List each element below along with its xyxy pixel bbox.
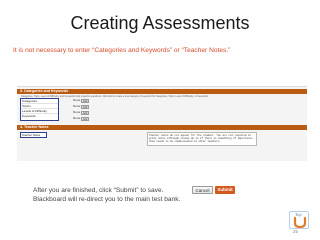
submit-button[interactable]: Submit	[215, 186, 235, 194]
category-fields-highlight: Categories Topics Levels of Difficulty K…	[20, 98, 59, 121]
teacher-notes-label-highlight: Teacher Notes	[20, 132, 47, 138]
top-logo: Top	[289, 211, 309, 229]
slide-title: Creating Assessments	[70, 13, 250, 33]
teacher-notes-textarea[interactable]: Teacher notes do not appear for the stud…	[147, 132, 257, 146]
none-value: None	[73, 104, 81, 108]
add-keywords-button[interactable]: Add	[81, 116, 89, 121]
add-levels-button[interactable]: Add	[81, 110, 89, 115]
section-title: Categories and Keywords	[24, 89, 69, 93]
after-finished-text: After you are finished, click “Submit” t…	[33, 187, 181, 203]
blackboard-form-screenshot: 3. Categories and Keywords Categories, T…	[17, 86, 307, 161]
topics-row: None Add	[61, 104, 307, 109]
categories-row: None Add	[61, 98, 307, 103]
cancel-button[interactable]: Cancel	[192, 186, 213, 194]
u-shape-icon	[293, 217, 307, 228]
levels-row: None Add	[61, 110, 307, 115]
add-topics-button[interactable]: Add	[81, 104, 89, 109]
section-title: Teacher Notes	[24, 125, 49, 129]
section-categories-header: 3. Categories and Keywords	[17, 89, 307, 94]
none-value: None	[73, 98, 81, 102]
none-value: None	[73, 116, 81, 120]
section-teacher-notes-header: 4. Teacher Notes	[17, 125, 307, 130]
section-number: 3.	[20, 89, 23, 93]
add-categories-button[interactable]: Add	[81, 98, 89, 103]
section-number: 4.	[20, 125, 23, 129]
keywords-row: None Add	[61, 116, 307, 121]
none-value: None	[73, 110, 81, 114]
page-number: 25	[293, 229, 299, 234]
slide-subtitle: It is not necessary to enter “Categories…	[13, 47, 231, 54]
field-label-keywords: Keywords	[22, 114, 36, 118]
